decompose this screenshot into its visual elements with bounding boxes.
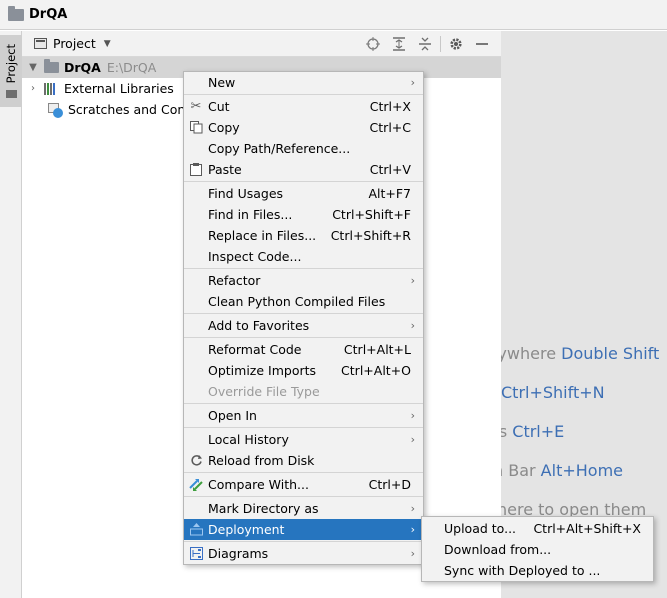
menu-separator (184, 181, 423, 182)
tree-item-path: E:\DrQA (106, 60, 157, 75)
chevron-right-icon: › (410, 76, 415, 89)
context-menu: New › ✂ Cut Ctrl+X Copy Ctrl+C Copy Path/Re… (183, 71, 424, 565)
editor-empty-area: erywhere Double Shift Ctrl+Shift+N es Ct… (501, 31, 667, 598)
menu-item-reload-from-disk[interactable]: Reload from Disk (184, 450, 423, 471)
tree-item-label: External Libraries (64, 81, 174, 96)
menu-separator (184, 403, 423, 404)
chevron-right-icon: › (410, 523, 415, 536)
project-tool-tab-label: Project (4, 44, 18, 84)
tree-item-label: Scratches and Conso (68, 102, 200, 117)
menu-item-find-in-files[interactable]: Find in Files... Ctrl+Shift+F (184, 204, 423, 225)
menu-item-diagrams[interactable]: Diagrams › (184, 543, 423, 564)
folder-icon (8, 5, 24, 21)
toolbar-divider (440, 36, 441, 52)
menu-item-override-file-type: Override File Type (208, 384, 320, 399)
scratches-icon (48, 102, 63, 118)
clipboard-icon (188, 162, 204, 178)
chevron-right-icon[interactable]: › (28, 83, 38, 94)
compare-icon (188, 477, 204, 493)
menu-item-cut[interactable]: ✂ Cut Ctrl+X (184, 96, 423, 117)
editor-hint: n Bar Alt+Home (501, 461, 623, 480)
menu-item-replace-in-files[interactable]: Replace in Files... Ctrl+Shift+R (184, 225, 423, 246)
menu-item-optimize-imports[interactable]: Optimize Imports Ctrl+Alt+O (184, 360, 423, 381)
project-view-icon (34, 38, 47, 49)
menu-item-local-history[interactable]: Local History › (184, 429, 423, 450)
menu-item-find-usages[interactable]: Find Usages Alt+F7 (184, 183, 423, 204)
project-panel-header: Project ▼ (22, 31, 501, 57)
menu-item-copy-path[interactable]: Copy Path/Reference... (184, 138, 423, 159)
editor-hint: erywhere Double Shift (501, 344, 660, 363)
locate-icon[interactable] (360, 31, 386, 57)
menu-item-inspect-code[interactable]: Inspect Code... (184, 246, 423, 267)
menu-item-new[interactable]: New › (184, 72, 423, 93)
deployment-icon (188, 522, 204, 538)
minimize-icon[interactable] (469, 31, 495, 57)
chevron-down-icon[interactable]: ▼ (28, 62, 38, 73)
menu-item-deployment[interactable]: Deployment › (184, 519, 423, 540)
view-selector[interactable]: Project (53, 36, 96, 51)
left-tool-strip: Project (0, 31, 22, 598)
editor-hint: Ctrl+Shift+N (501, 383, 605, 402)
menu-item-clean-python[interactable]: Clean Python Compiled Files (184, 291, 423, 312)
editor-hint: es Ctrl+E (501, 422, 565, 441)
chevron-down-icon[interactable]: ▼ (104, 39, 111, 49)
menu-separator (184, 496, 423, 497)
diagram-icon (188, 546, 204, 562)
collapse-all-icon[interactable] (412, 31, 438, 57)
menu-separator (184, 313, 423, 314)
reload-icon (188, 453, 204, 469)
folder-icon (5, 89, 17, 98)
menu-item-open-in[interactable]: Open In › (184, 405, 423, 426)
chevron-right-icon: › (410, 274, 415, 287)
library-icon (44, 82, 59, 95)
menu-item-reformat-code[interactable]: Reformat Code Ctrl+Alt+L (184, 339, 423, 360)
menu-item-compare-with[interactable]: Compare With... Ctrl+D (184, 474, 423, 495)
folder-icon (44, 59, 59, 73)
menu-separator (184, 94, 423, 95)
menu-item-mark-directory-as[interactable]: Mark Directory as › (184, 498, 423, 519)
tree-item-label: DrQA (64, 60, 101, 75)
chevron-right-icon: › (410, 502, 415, 515)
chevron-right-icon: › (410, 319, 415, 332)
menu-separator (184, 541, 423, 542)
menu-separator (184, 337, 423, 338)
menu-separator (184, 268, 423, 269)
menu-item-copy[interactable]: Copy Ctrl+C (184, 117, 423, 138)
copy-icon (188, 120, 204, 136)
chevron-right-icon: › (410, 433, 415, 446)
scissors-icon: ✂ (190, 99, 202, 114)
menu-item-refactor[interactable]: Refactor › (184, 270, 423, 291)
chevron-right-icon: › (410, 547, 415, 560)
gear-icon[interactable] (443, 31, 469, 57)
submenu-item-download-from[interactable]: Download from... (422, 539, 653, 560)
menu-separator (184, 472, 423, 473)
window-title: DrQA (29, 7, 68, 22)
menu-item-paste[interactable]: Paste Ctrl+V (184, 159, 423, 180)
deployment-submenu: Upload to... Ctrl+Alt+Shift+X Download fr… (421, 516, 654, 582)
project-tool-tab[interactable]: Project (0, 35, 22, 107)
submenu-item-sync-with-deployed[interactable]: Sync with Deployed to ... (422, 560, 653, 581)
menu-separator (184, 427, 423, 428)
submenu-item-upload-to[interactable]: Upload to... Ctrl+Alt+Shift+X (422, 518, 653, 539)
title-bar: DrQA (0, 0, 667, 30)
chevron-right-icon: › (410, 409, 415, 422)
menu-item-add-to-favorites[interactable]: Add to Favorites › (184, 315, 423, 336)
panel-toolbar (360, 31, 495, 57)
expand-all-icon[interactable] (386, 31, 412, 57)
